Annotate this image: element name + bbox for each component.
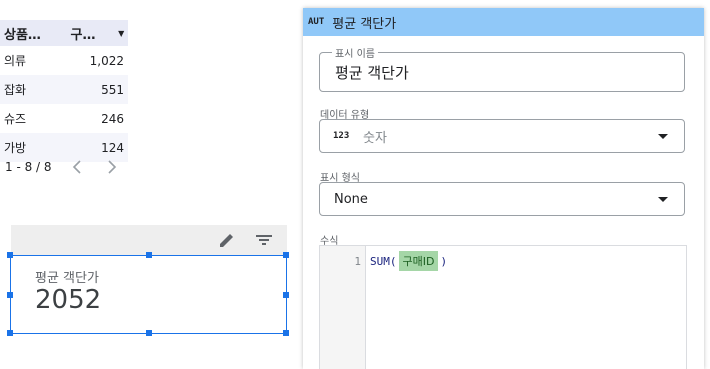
field-type-badge: AUT <box>308 17 325 27</box>
pagination: 1 - 8 / 8 <box>5 157 130 177</box>
formula-editor[interactable]: 1 SUM( 구매ID ) <box>319 245 687 369</box>
pencil-icon[interactable] <box>217 230 237 250</box>
table-row: 의류 1,022 <box>0 46 128 75</box>
cell-value: 1,022 <box>89 53 124 68</box>
chart-toolbar <box>11 225 287 255</box>
cell-value: 551 <box>101 82 124 97</box>
prev-page-icon[interactable] <box>59 160 94 174</box>
table-row: 잡화 551 <box>0 75 128 104</box>
cell-name: 가방 <box>4 141 27 155</box>
resize-handle[interactable] <box>7 292 13 298</box>
pagination-label: 1 - 8 / 8 <box>5 160 52 174</box>
display-name-input[interactable]: 평균 객단가 <box>335 62 409 83</box>
sort-desc-icon[interactable]: ▼ <box>114 29 128 38</box>
cell-name: 의류 <box>4 54 27 68</box>
cell-name: 슈즈 <box>4 112 27 126</box>
scorecard[interactable]: 평균 객단가 2052 <box>7 252 289 336</box>
data-type-select[interactable]: 123 숫자 <box>319 119 685 153</box>
resize-handle[interactable] <box>283 330 289 336</box>
cell-value: 124 <box>101 140 124 155</box>
resize-handle[interactable] <box>283 292 289 298</box>
panel-header: AUT 평균 객단가 <box>303 8 704 36</box>
panel-title: 평균 객단가 <box>332 16 397 32</box>
data-table: 상품… 구… ▼ 의류 1,022 잡화 551 슈즈 246 가방 124 <box>0 20 128 162</box>
dropdown-arrow-icon <box>658 134 668 139</box>
formula-close-paren: ) <box>440 254 448 268</box>
line-gutter: 1 <box>320 246 366 369</box>
field-editor-panel: AUT 평균 객단가 표시 이름 평균 객단가 데이터 유형 123 숫자 표시… <box>303 8 704 369</box>
table-row: 슈즈 246 <box>0 104 128 133</box>
column-header-product[interactable]: 상품… <box>0 24 62 43</box>
data-type-value: 숫자 <box>363 130 387 146</box>
filter-icon[interactable] <box>254 230 274 250</box>
resize-handle[interactable] <box>146 330 152 336</box>
field-chip[interactable]: 구매ID <box>398 251 439 271</box>
resize-handle[interactable] <box>146 252 152 258</box>
cell-value: 246 <box>101 111 124 126</box>
dropdown-arrow-icon <box>658 197 668 202</box>
next-page-icon[interactable] <box>95 160 130 174</box>
resize-handle[interactable] <box>7 252 13 258</box>
display-name-label: 표시 이름 <box>332 45 378 60</box>
resize-handle[interactable] <box>283 252 289 258</box>
number-type-icon: 123 <box>333 131 350 141</box>
line-number: 1 <box>354 255 361 268</box>
formula-code[interactable]: SUM( 구매ID ) <box>370 251 447 271</box>
table-header: 상품… 구… ▼ <box>0 20 128 46</box>
formula-function: SUM( <box>370 254 397 268</box>
resize-handle[interactable] <box>7 330 13 336</box>
format-select[interactable]: None <box>319 182 685 216</box>
column-header-purchase[interactable]: 구… <box>62 24 114 43</box>
format-value: None <box>334 191 368 207</box>
cell-name: 잡화 <box>4 83 27 97</box>
display-name-field[interactable]: 표시 이름 평균 객단가 <box>319 45 685 92</box>
scorecard-value: 2052 <box>35 285 102 315</box>
scorecard-label: 평균 객단가 <box>35 271 99 286</box>
